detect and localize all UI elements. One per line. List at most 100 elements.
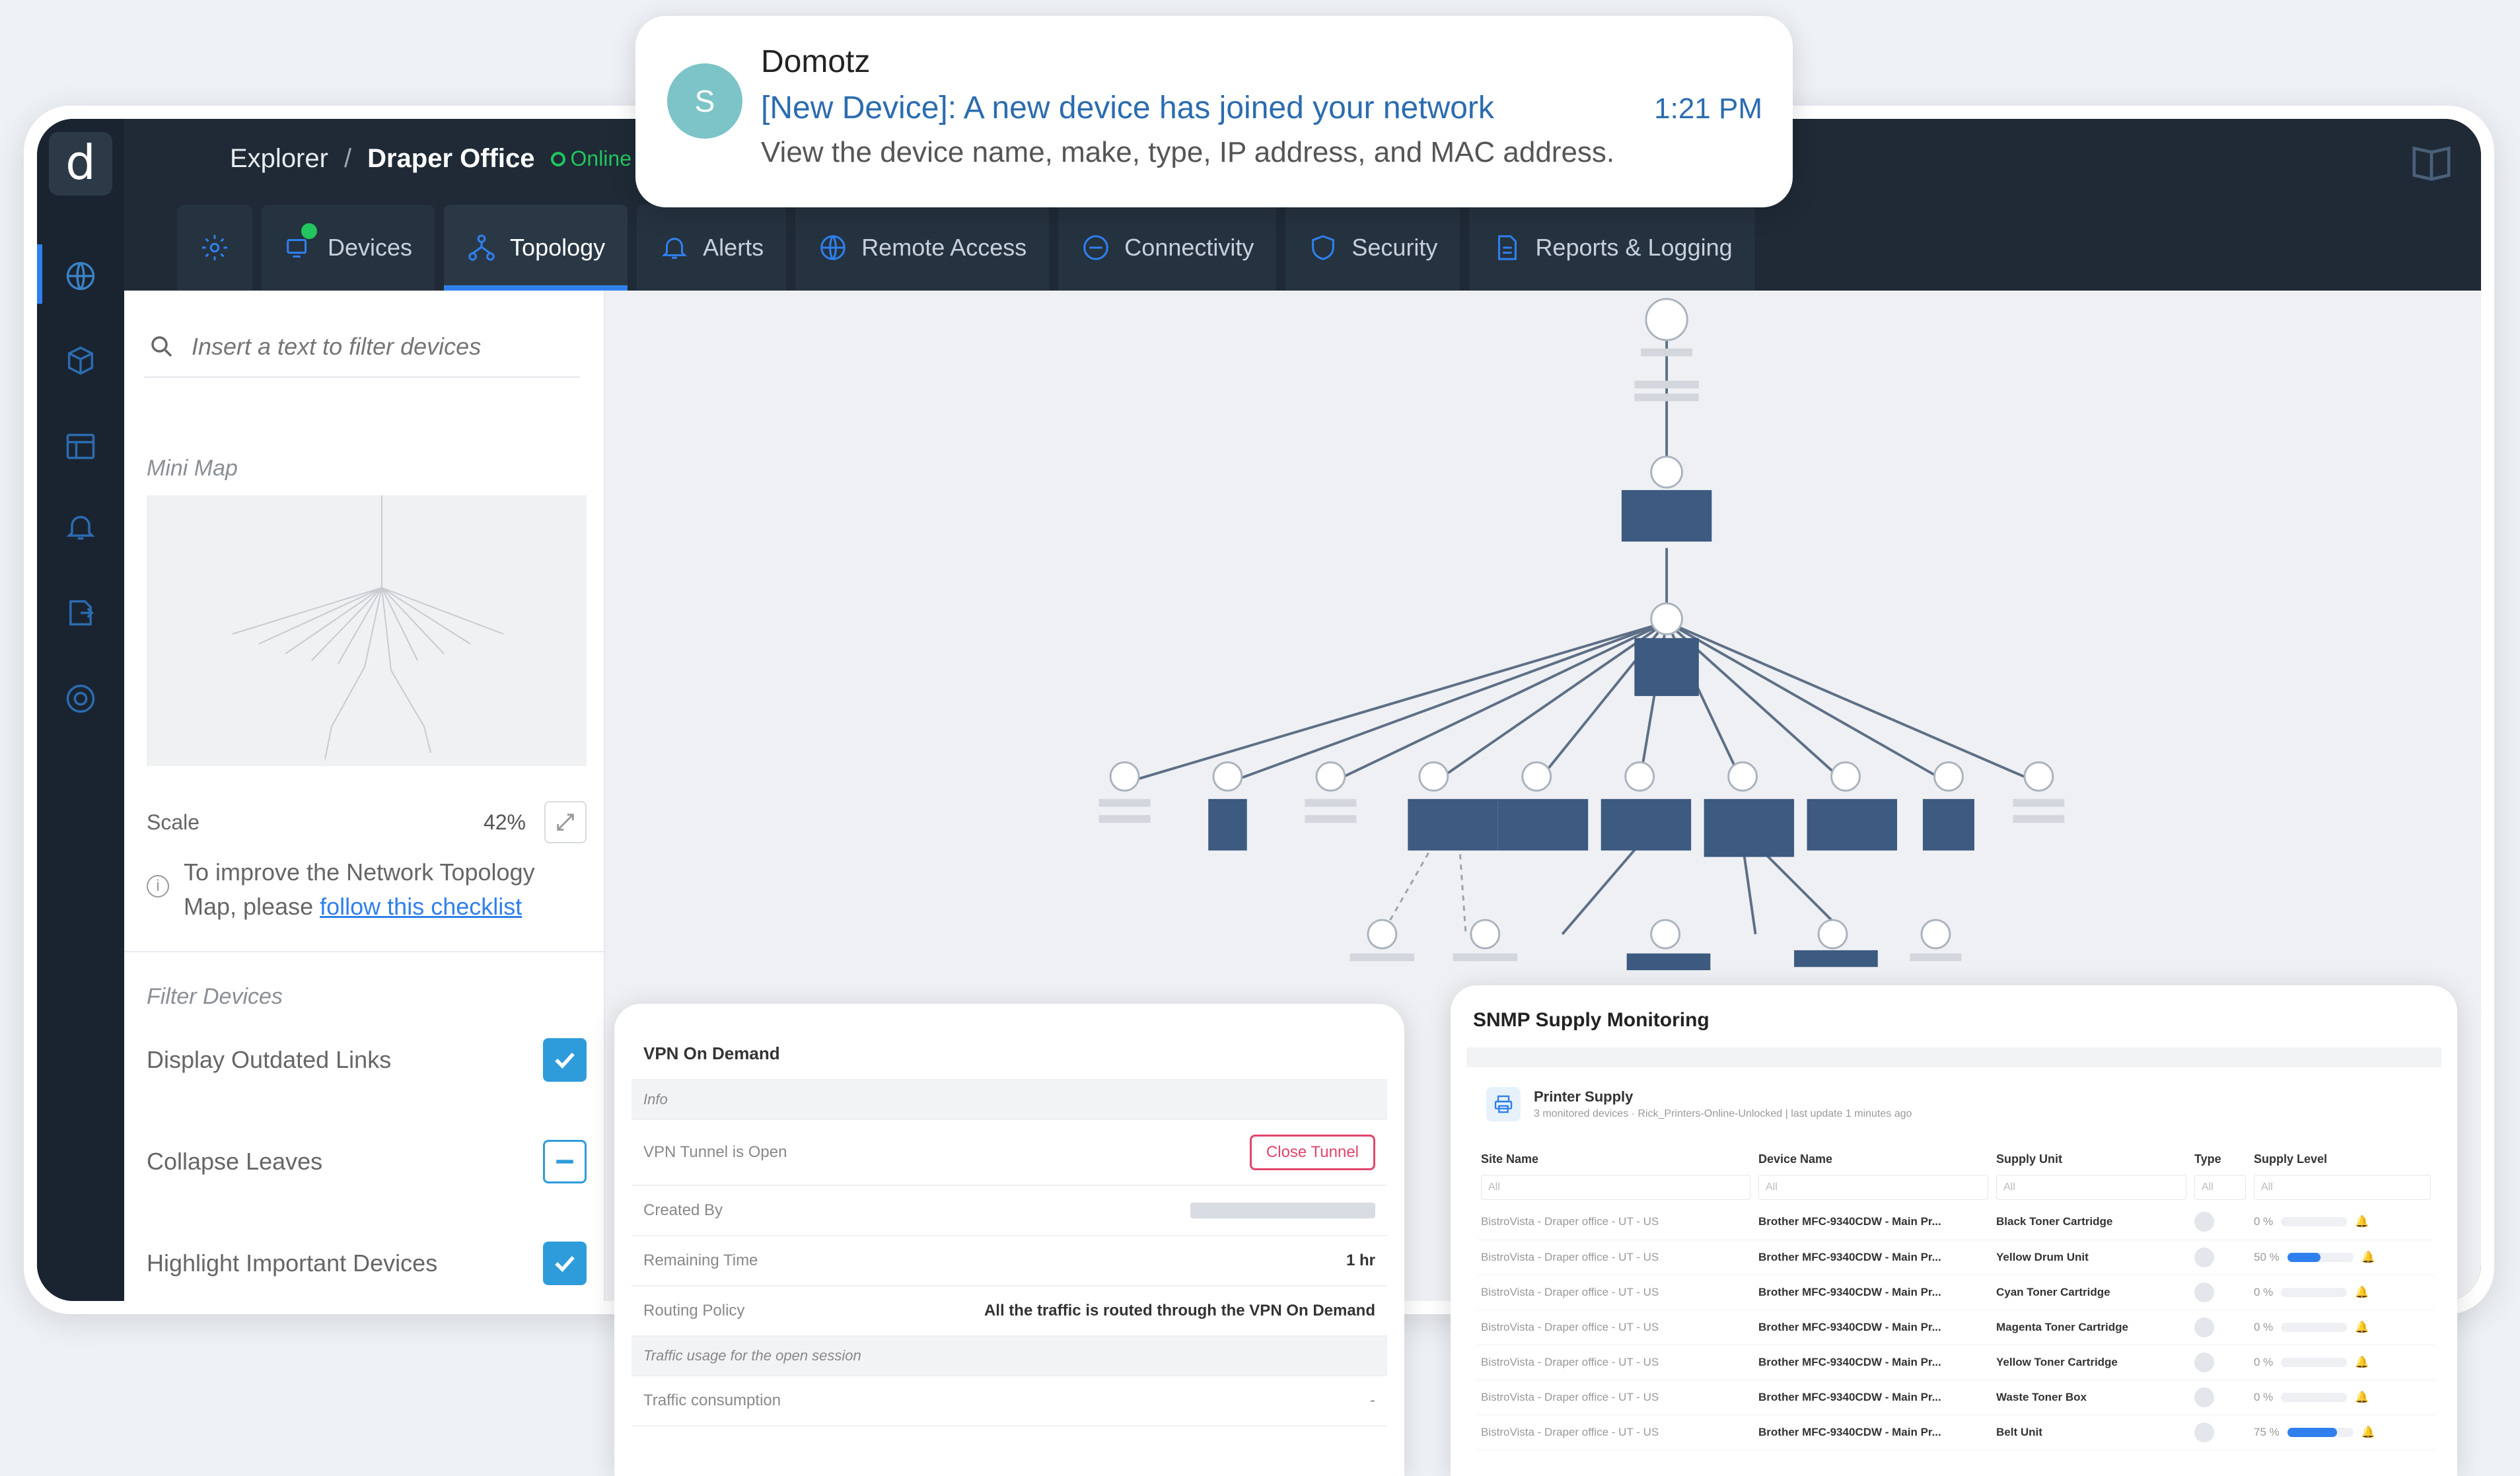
level-text: 0 % [2254, 1215, 2274, 1228]
level-cell: 0 % 🔔 [2250, 1275, 2435, 1310]
checklist-link[interactable]: follow this checklist [320, 893, 522, 920]
topology-tip: i To improve the Network Topology Map, p… [147, 855, 587, 924]
snmp-toolbar [1466, 1047, 2441, 1067]
alert-bell-icon[interactable]: 🔔 [2355, 1321, 2369, 1334]
highlight-important-devices-checkbox[interactable] [543, 1242, 587, 1285]
col-site-name[interactable]: Site Name [1477, 1148, 1754, 1170]
alert-bell-icon[interactable]: 🔔 [2355, 1391, 2369, 1404]
tab-connectivity[interactable]: Connectivity [1058, 205, 1277, 291]
type-cell [2190, 1205, 2250, 1240]
level-bar [2287, 1252, 2354, 1262]
device-filter-input[interactable]: All [1758, 1175, 1988, 1200]
site-filter-input[interactable]: All [1481, 1175, 1750, 1200]
type-filter-select[interactable]: All [2194, 1175, 2246, 1200]
tab-settings[interactable] [177, 205, 252, 291]
tab-label: Security [1351, 234, 1438, 261]
table-row[interactable]: BistroVista - Draper office - UT - US Bro… [1477, 1275, 2435, 1310]
vpn-on-demand-card: VPN On Demand Info VPN Tunnel is Open Cl… [614, 1004, 1404, 1476]
routing-policy-label: Routing Policy [643, 1302, 745, 1319]
device-cell[interactable]: Brother MFC-9340CDW - Main Pr... [1754, 1380, 1992, 1415]
device-cell[interactable]: Brother MFC-9340CDW - Main Pr... [1754, 1240, 1992, 1275]
unit-filter-input[interactable]: All [1996, 1175, 2186, 1200]
vpn-title: VPN On Demand [643, 1043, 780, 1063]
printer-supply-meta: 3 monitored devices · Rick_Printers-Onli… [1534, 1108, 1912, 1119]
device-filter-search [144, 317, 580, 378]
table-row[interactable]: BistroVista - Draper office - UT - US Bro… [1477, 1345, 2435, 1380]
unit-cell: Yellow Drum Unit [1992, 1240, 2190, 1275]
col-device-name[interactable]: Device Name [1754, 1148, 1992, 1170]
printer-supply-group[interactable]: Printer Supply 3 monitored devices · Ric… [1486, 1087, 2441, 1121]
tab-devices[interactable]: Devices [262, 205, 435, 291]
type-cell [2190, 1345, 2250, 1380]
unit-cell: Belt Unit [1992, 1415, 2190, 1450]
tab-remote-access[interactable]: Remote Access [795, 205, 1050, 291]
fit-to-screen-button[interactable] [544, 801, 587, 843]
level-text: 0 % [2254, 1320, 2274, 1333]
tab-security[interactable]: Security [1285, 205, 1460, 291]
tab-alerts[interactable]: Alerts [637, 205, 787, 291]
vpn-tunnel-status: VPN Tunnel is Open [643, 1143, 787, 1161]
table-row[interactable]: BistroVista - Draper office - UT - US Bro… [1477, 1380, 2435, 1415]
device-cell[interactable]: Brother MFC-9340CDW - Main Pr... [1754, 1310, 1992, 1345]
dashboard-icon[interactable] [59, 425, 102, 468]
col-supply-level[interactable]: Supply Level [2250, 1148, 2435, 1170]
online-dot-icon [550, 151, 565, 166]
supply-table: Site Name Device Name Supply Unit Type S… [1477, 1148, 2435, 1450]
unit-cell: Cyan Toner Cartridge [1992, 1275, 2190, 1310]
site-cell: BistroVista - Draper office - UT - US [1477, 1275, 1754, 1310]
alert-bell-icon[interactable]: 🔔 [2355, 1356, 2369, 1369]
device-cell[interactable]: Brother MFC-9340CDW - Main Pr... [1754, 1275, 1992, 1310]
tab-bar: Devices Topology Alerts Remote Access Co… [124, 205, 2481, 291]
table-row[interactable]: BistroVista - Draper office - UT - US Bro… [1477, 1310, 2435, 1345]
filter-panel: Mini Map Scale 42% i To improve the Netw… [124, 291, 605, 1301]
vpn-traffic-section: Traffic usage for the open session [631, 1337, 1387, 1376]
alert-bell-icon[interactable]: 🔔 [2355, 1215, 2369, 1228]
tab-topology[interactable]: Topology [444, 205, 628, 291]
vpn-info-label: Info [643, 1091, 668, 1107]
device-cell[interactable]: Brother MFC-9340CDW - Main Pr... [1754, 1205, 1992, 1240]
breadcrumb-root[interactable]: Explorer [230, 144, 328, 174]
cube-icon[interactable] [59, 339, 102, 382]
scale-label: Scale [147, 810, 200, 834]
alert-bell-icon[interactable]: 🔔 [2355, 1286, 2369, 1299]
search-input[interactable] [190, 332, 560, 361]
device-cell[interactable]: Brother MFC-9340CDW - Main Pr... [1754, 1345, 1992, 1380]
alert-bell-icon[interactable]: 🔔 [2361, 1251, 2375, 1264]
snmp-title: SNMP Supply Monitoring [1473, 1009, 1710, 1031]
shield-icon [1312, 235, 1335, 260]
bell-icon[interactable] [59, 506, 102, 548]
tab-reports-logging[interactable]: Reports & Logging [1469, 205, 1755, 291]
notification-time: 1:21 PM [1654, 92, 1762, 125]
filter-label: Highlight Important Devices [147, 1249, 438, 1277]
level-bar [2281, 1322, 2348, 1332]
export-icon[interactable] [59, 592, 102, 634]
notification-toast[interactable]: S Domotz [New Device]: A new device has … [635, 16, 1793, 207]
toner-icon [2194, 1247, 2214, 1267]
site-cell: BistroVista - Draper office - UT - US [1477, 1310, 1754, 1345]
tip-text: To improve the Network Topology Map, ple… [184, 859, 535, 920]
book-icon[interactable] [2408, 139, 2455, 185]
close-tunnel-button[interactable]: Close Tunnel [1249, 1135, 1375, 1170]
table-row[interactable]: BistroVista - Draper office - UT - US Bro… [1477, 1415, 2435, 1450]
col-supply-unit[interactable]: Supply Unit [1992, 1148, 2190, 1170]
table-row[interactable]: BistroVista - Draper office - UT - US Bro… [1477, 1205, 2435, 1240]
alert-bell-icon[interactable]: 🔔 [2361, 1426, 2375, 1439]
globe-icon [820, 235, 846, 260]
level-text: 0 % [2254, 1355, 2274, 1368]
toner-icon [2194, 1282, 2214, 1302]
display-outdated-links-checkbox[interactable] [543, 1038, 587, 1082]
notification-title: [New Device]: A new device has joined yo… [761, 90, 1494, 125]
collapse-leaves-checkbox[interactable] [543, 1140, 587, 1183]
device-cell[interactable]: Brother MFC-9340CDW - Main Pr... [1754, 1415, 1992, 1450]
mini-map[interactable] [147, 495, 587, 766]
scale-row: Scale 42% [147, 799, 587, 845]
level-filter-input[interactable]: All [2254, 1175, 2431, 1200]
table-row[interactable]: BistroVista - Draper office - UT - US Bro… [1477, 1240, 2435, 1275]
support-icon[interactable] [59, 678, 102, 720]
nav-rail: d [37, 119, 124, 1301]
col-type[interactable]: Type [2190, 1148, 2250, 1170]
globe-icon[interactable] [59, 255, 102, 297]
level-cell: 50 % 🔔 [2250, 1240, 2435, 1275]
level-bar [2281, 1287, 2348, 1297]
minimap-label: Mini Map [147, 456, 238, 481]
